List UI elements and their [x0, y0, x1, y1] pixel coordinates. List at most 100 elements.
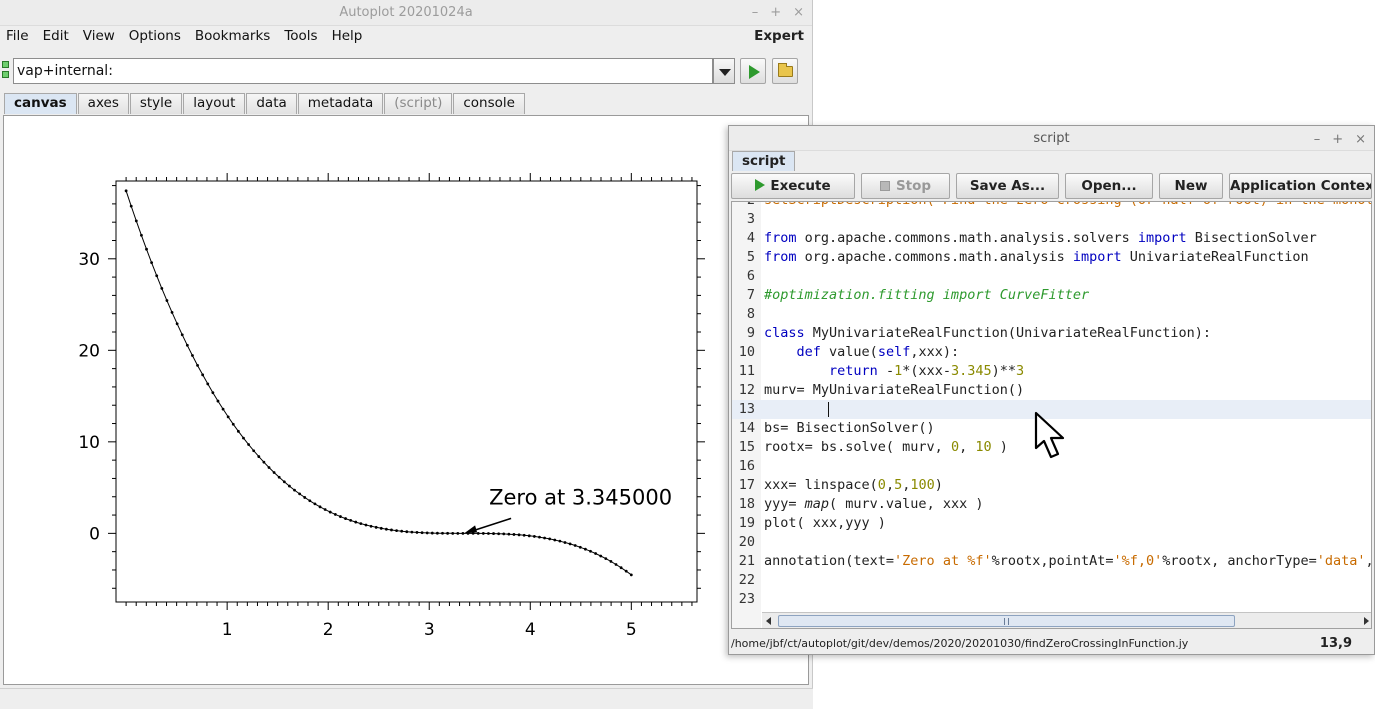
- data-point: [201, 373, 205, 377]
- line-number: 17: [738, 477, 755, 493]
- data-point: [288, 484, 291, 488]
- tab-data[interactable]: data: [246, 93, 297, 114]
- line-number: 6: [746, 268, 755, 284]
- code-line[interactable]: 5 from org.apache.commons.math.analysis i…: [732, 248, 1371, 267]
- browse-button[interactable]: [772, 58, 798, 84]
- close-icon[interactable]: ×: [793, 0, 804, 26]
- code-line[interactable]: 12 murv= MyUnivariateRealFunction(): [732, 381, 1371, 400]
- script-minimize-icon[interactable]: –: [1314, 127, 1321, 152]
- tab-canvas[interactable]: canvas: [4, 93, 77, 114]
- menu-bookmarks[interactable]: Bookmarks: [195, 28, 270, 44]
- data-point: [563, 541, 567, 544]
- grip-icon: [1004, 618, 1009, 625]
- data-point: [364, 523, 368, 527]
- code-line[interactable]: 4 from org.apache.commons.math.analysis.s…: [732, 229, 1371, 248]
- code-line[interactable]: 22: [732, 571, 1371, 590]
- menu-options[interactable]: Options: [129, 28, 181, 44]
- line-number: 14: [738, 420, 755, 436]
- tab-style[interactable]: style: [129, 93, 183, 114]
- expert-mode-label[interactable]: Expert: [754, 28, 804, 44]
- menu-view[interactable]: View: [83, 28, 115, 44]
- data-point: [390, 528, 393, 532]
- code-line[interactable]: 23: [732, 590, 1371, 609]
- data-point: [359, 522, 363, 525]
- axis-tick-labels: 1 2 3 4 5 0 10 20 30: [78, 250, 636, 640]
- line-number: 10: [738, 344, 755, 360]
- menu-help[interactable]: Help: [332, 28, 363, 44]
- code-token: 0: [877, 477, 886, 493]
- minimize-icon[interactable]: –: [752, 0, 759, 26]
- data-point: [145, 247, 148, 251]
- data-point: [461, 531, 465, 535]
- data-point: [492, 532, 495, 535]
- data-point: [430, 531, 434, 535]
- data-point: [298, 492, 302, 496]
- plot-canvas[interactable]: 1 2 3 4 5 0 10 20 30 Zero at 3.345000: [3, 115, 809, 685]
- code-text: yyy= map( murv.value, xxx ): [764, 495, 983, 514]
- data-point: [589, 549, 592, 553]
- code-line[interactable]: 17 xxx= linspace(0,5,100): [732, 476, 1371, 495]
- menu-file[interactable]: File: [6, 28, 29, 44]
- code-line[interactable]: 21 annotation(text='Zero at %f'%rootx,poi…: [732, 552, 1371, 571]
- script-titlebar[interactable]: script – + ×: [729, 126, 1374, 151]
- tab-axes[interactable]: axes: [77, 93, 129, 114]
- menu-edit[interactable]: Edit: [43, 28, 69, 44]
- code-token: murv= MyUnivariateRealFunction(): [764, 382, 1025, 398]
- annotation-text[interactable]: Zero at 3.345000: [489, 485, 672, 509]
- code-line[interactable]: 6: [732, 267, 1371, 286]
- code-line[interactable]: 19 plot( xxx,yyy ): [732, 514, 1371, 533]
- scrollbar-thumb[interactable]: [778, 615, 1235, 627]
- menu-tools[interactable]: Tools: [284, 28, 317, 44]
- data-point: [594, 552, 597, 555]
- code-line[interactable]: 11 return -1*(xxx-3.345)**3: [732, 362, 1371, 381]
- code-line[interactable]: 3: [732, 210, 1371, 229]
- code-line[interactable]: 8: [732, 305, 1371, 324]
- scroll-left-icon[interactable]: [766, 617, 771, 625]
- code-line[interactable]: 2 setScriptDescription('Find the zero cro…: [732, 202, 1371, 210]
- code-line[interactable]: 18 yyy= map( murv.value, xxx ): [732, 495, 1371, 514]
- data-point: [502, 532, 506, 536]
- application-context-button[interactable]: Application Context: [1229, 173, 1372, 199]
- tab-console[interactable]: console: [453, 93, 525, 114]
- scroll-right-icon[interactable]: [1364, 617, 1369, 625]
- code-line[interactable]: 7 #optimization.fitting import CurveFitte…: [732, 286, 1371, 305]
- horizontal-scrollbar[interactable]: [762, 612, 1371, 628]
- data-point: [129, 204, 133, 208]
- code-line[interactable]: 9 class MyUnivariateRealFunction(Univaria…: [732, 324, 1371, 343]
- code-text: bs= BisectionSolver(): [764, 419, 935, 438]
- stop-button[interactable]: Stop: [861, 173, 950, 199]
- code-token: ): [991, 439, 1008, 455]
- code-token: #optimization.fitting import CurveFitter: [764, 287, 1090, 303]
- code-token: 'data': [1316, 553, 1366, 569]
- data-point: [155, 274, 159, 278]
- tab-metadata[interactable]: metadata: [297, 93, 384, 114]
- data-point: [553, 538, 557, 542]
- save-as-button[interactable]: Save As...: [956, 173, 1059, 199]
- tab-layout[interactable]: layout: [183, 93, 246, 114]
- code-token: value(: [820, 344, 878, 360]
- data-source-grip-icon[interactable]: [2, 61, 10, 79]
- code-token: import: [1072, 249, 1122, 265]
- script-close-icon[interactable]: ×: [1355, 127, 1366, 152]
- script-maximize-icon[interactable]: +: [1332, 127, 1343, 152]
- main-titlebar[interactable]: Autoplot 20201024a – + ×: [0, 0, 812, 26]
- data-source-uri-input[interactable]: vap+internal:: [13, 58, 713, 84]
- data-point: [583, 547, 587, 551]
- data-point: [578, 545, 582, 549]
- tab-script-editor[interactable]: script: [732, 151, 796, 171]
- plot-go-button[interactable]: [740, 58, 766, 84]
- uri-history-dropdown-icon[interactable]: [713, 58, 735, 84]
- data-point: [140, 233, 143, 237]
- code-line[interactable]: 20: [732, 533, 1371, 552]
- tab-script[interactable]: (script): [384, 93, 453, 114]
- code-token: UnivariateRealFunction: [1121, 249, 1309, 265]
- data-point: [425, 531, 429, 535]
- data-point: [497, 532, 501, 536]
- plot-svg[interactable]: 1 2 3 4 50102030 Zero at 3.345000: [4, 116, 808, 684]
- new-button[interactable]: New: [1159, 173, 1223, 199]
- maximize-icon[interactable]: +: [770, 0, 781, 26]
- execute-button[interactable]: Execute: [731, 173, 855, 199]
- code-token: def: [796, 344, 821, 360]
- code-line[interactable]: 10 def value(self,xxx):: [732, 343, 1371, 362]
- open-button[interactable]: Open...: [1065, 173, 1153, 199]
